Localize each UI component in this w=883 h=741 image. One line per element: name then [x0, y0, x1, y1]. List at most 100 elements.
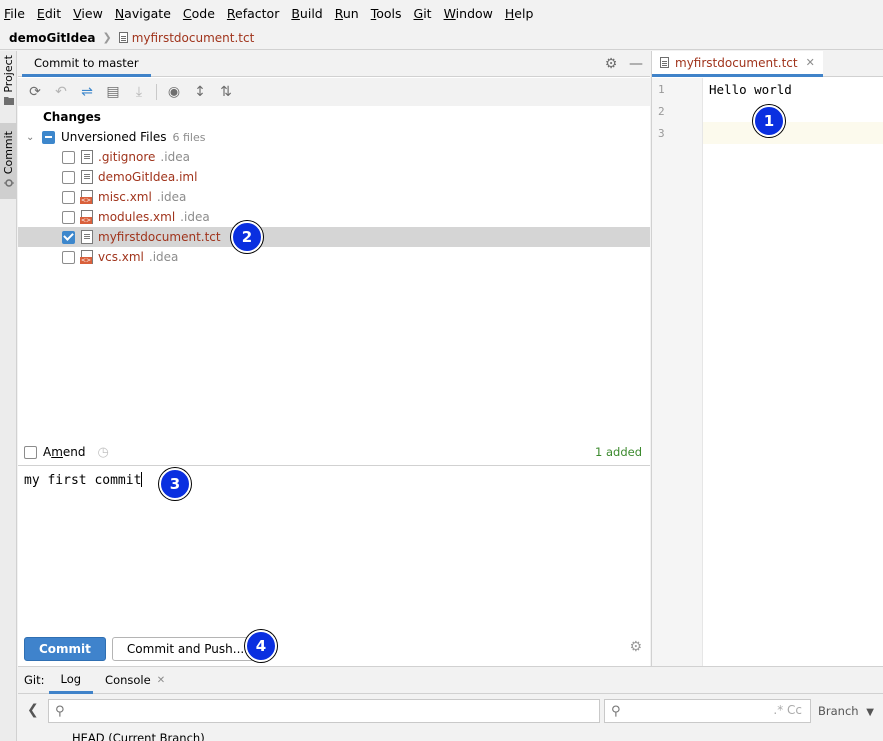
- editor-tab-myfirstdocument[interactable]: myfirstdocument.tct ✕: [652, 51, 823, 77]
- menu-item[interactable]: Refactor: [227, 6, 279, 21]
- menu-item[interactable]: Navigate: [115, 6, 171, 21]
- menu-item[interactable]: View: [73, 6, 103, 21]
- line-number: 1: [658, 83, 665, 96]
- chevron-down-icon[interactable]: ⌄: [26, 132, 38, 143]
- editor-tab-label: myfirstdocument.tct: [675, 55, 798, 70]
- eye-icon[interactable]: ◉: [163, 81, 185, 103]
- menu-item[interactable]: Tools: [371, 6, 402, 21]
- commit-actions: Commit Commit and Push... ⚙: [18, 632, 650, 666]
- ide-window: File Edit View Navigate Code Refactor Build Run…: [0, 0, 883, 741]
- text-file-icon: [118, 32, 128, 43]
- tab-log[interactable]: Log: [48, 667, 94, 694]
- commit-panel-header: Commit to master ⚙ —: [18, 51, 650, 77]
- unversioned-checkbox[interactable]: [42, 130, 55, 144]
- download-icon[interactable]: ⤓: [128, 81, 150, 103]
- branch-filter-label: Branch: [818, 704, 859, 718]
- tab-console[interactable]: Console ✕: [93, 667, 177, 694]
- commit-and-push-button[interactable]: Commit and Push...: [111, 637, 260, 661]
- tab-commit-to-master[interactable]: Commit to master: [22, 51, 151, 77]
- menu-item[interactable]: Help: [505, 6, 534, 21]
- search-icon: ⚲: [611, 703, 621, 719]
- history-icon[interactable]: ◷: [98, 445, 109, 460]
- menu-item[interactable]: File: [4, 6, 25, 21]
- minimize-icon[interactable]: —: [628, 56, 644, 72]
- project-tool-label: Project: [2, 55, 15, 93]
- file-row[interactable]: myfirstdocument.tct: [18, 227, 650, 247]
- head-branch-item[interactable]: HEAD (Current Branch): [72, 731, 205, 741]
- breadcrumb-file[interactable]: myfirstdocument.tct: [132, 31, 255, 45]
- branch-search-input[interactable]: ⚲: [48, 699, 600, 723]
- commit-icon: [3, 179, 14, 187]
- menu-item[interactable]: Code: [183, 6, 215, 21]
- file-name: misc.xml: [98, 190, 152, 204]
- file-checkbox[interactable]: [62, 150, 75, 164]
- git-label: Git:: [24, 673, 45, 687]
- file-row[interactable]: misc.xml .idea: [18, 187, 650, 207]
- amend-label[interactable]: Amend: [43, 445, 86, 459]
- rollback-icon[interactable]: ↶: [50, 81, 72, 103]
- menu-item[interactable]: Git: [414, 6, 432, 21]
- file-checkbox[interactable]: [62, 250, 75, 264]
- commit-tool-tab[interactable]: Commit: [0, 123, 17, 199]
- shelve-icon[interactable]: ▤: [102, 81, 124, 103]
- collapse-all-icon[interactable]: ⇅: [215, 81, 237, 103]
- gear-icon[interactable]: ⚙: [603, 56, 619, 72]
- close-icon[interactable]: ✕: [157, 675, 165, 686]
- amend-checkbox[interactable]: [24, 445, 37, 459]
- breadcrumb: demoGitIdea ❯ myfirstdocument.tct: [0, 26, 883, 50]
- menu-item[interactable]: Run: [335, 6, 359, 21]
- changes-group[interactable]: Changes: [18, 107, 650, 127]
- menu-item[interactable]: Edit: [37, 6, 61, 21]
- file-checkbox[interactable]: [62, 210, 75, 224]
- menu-item[interactable]: Build: [291, 6, 322, 21]
- file-name: myfirstdocument.tct: [98, 230, 221, 244]
- code-line[interactable]: Hello world: [709, 82, 792, 97]
- line-number: 2: [658, 105, 665, 118]
- refresh-icon[interactable]: ⟳: [24, 81, 46, 103]
- search-icon: ⚲: [55, 703, 65, 719]
- branch-filter[interactable]: Branch ▼: [818, 704, 874, 718]
- text-file-icon: [660, 57, 669, 68]
- file-row[interactable]: modules.xml .idea: [18, 207, 650, 227]
- tab-console-label: Console: [105, 673, 151, 687]
- file-row[interactable]: vcs.xml .idea: [18, 247, 650, 267]
- commit-panel: Commit to master ⚙ — ⟳ ↶ ⇌ ▤ ⤓ ◉ ↕ ⇅ Cha…: [18, 51, 650, 666]
- file-row[interactable]: .gitignore .idea: [18, 147, 650, 167]
- close-icon[interactable]: ✕: [806, 56, 815, 69]
- breadcrumb-project[interactable]: demoGitIdea: [9, 31, 95, 45]
- dropdown-arrow-icon: ▼: [866, 707, 874, 718]
- file-directory: .idea: [180, 210, 210, 224]
- annotation-badge: 1: [753, 105, 785, 137]
- file-checkbox[interactable]: [62, 190, 75, 204]
- file-name: modules.xml: [98, 210, 176, 224]
- file-name: .gitignore: [98, 150, 156, 164]
- file-row[interactable]: demoGitIdea.iml: [18, 167, 650, 187]
- annotation-badge: 4: [245, 630, 277, 662]
- text-file-icon: [81, 230, 93, 244]
- editor-gutter: 1 2 3: [652, 78, 703, 666]
- git-panel: Git: Log Console ✕ ❮ ⚲ ⚲ .* Cc Branch ▼ H…: [18, 666, 883, 741]
- commit-options-gear-icon[interactable]: ⚙: [629, 639, 642, 655]
- chevron-left-icon[interactable]: ❮: [27, 702, 39, 718]
- diff-icon[interactable]: ⇌: [76, 81, 98, 103]
- project-tool-tab[interactable]: Project: [0, 55, 17, 109]
- unversioned-group[interactable]: ⌄ Unversioned Files 6 files: [18, 127, 650, 147]
- commit-tool-label: Commit: [2, 131, 15, 175]
- iml-file-icon: [81, 170, 93, 184]
- regex-toggle[interactable]: .* Cc: [773, 703, 802, 717]
- menu-item[interactable]: Window: [444, 6, 493, 21]
- commit-toolbar: ⟳ ↶ ⇌ ▤ ⤓ ◉ ↕ ⇅: [18, 78, 650, 106]
- log-filter-input[interactable]: ⚲ .* Cc: [604, 699, 811, 723]
- xml-file-icon: [80, 190, 93, 204]
- changes-tree: Changes ⌄ Unversioned Files 6 files .git…: [18, 107, 650, 437]
- expand-all-icon[interactable]: ↕: [189, 81, 211, 103]
- annotation-badge: 2: [231, 221, 263, 253]
- commit-button[interactable]: Commit: [24, 637, 106, 661]
- file-directory: .idea: [148, 250, 179, 264]
- file-checkbox[interactable]: [62, 170, 75, 184]
- file-checkbox[interactable]: [62, 230, 75, 244]
- xml-file-icon: [80, 250, 93, 264]
- commit-message-input[interactable]: my first commit: [18, 465, 650, 631]
- folder-icon: [3, 96, 14, 105]
- gitignore-file-icon: [81, 150, 93, 164]
